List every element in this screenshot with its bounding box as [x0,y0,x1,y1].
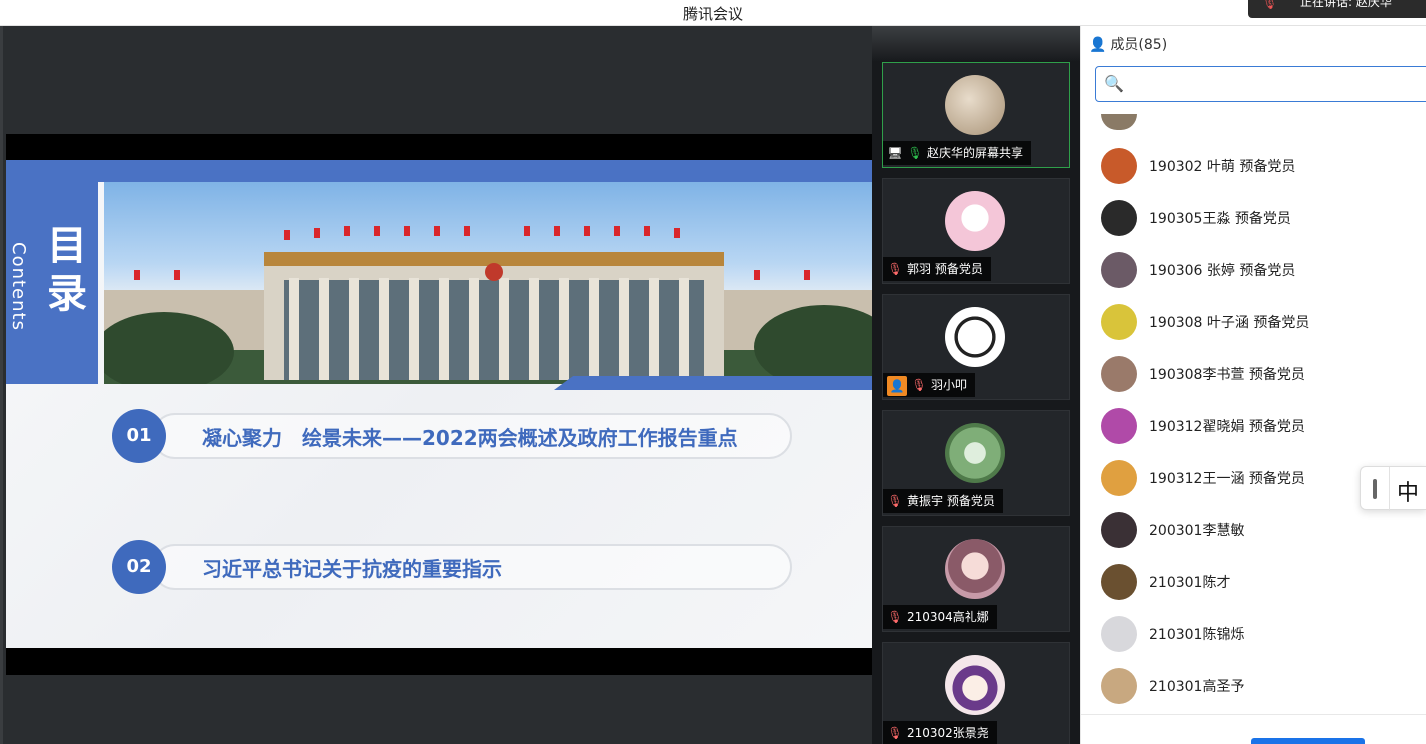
member-list-item[interactable]: 210301高圣予 [1101,668,1421,720]
screen-share-icon: 🖥 [887,146,903,160]
member-list-item[interactable]: 190305王淼 预备党员 [1101,200,1421,252]
ime-separator [1389,467,1390,511]
avatar [1101,200,1137,236]
participant-video-list[interactable]: 🖥 🎙 赵庆华的屏幕共享 🎙 郭羽 预备党员 👤 🎙 羽小叩 🎙 黄振宇 预备党员 🎙 210… [872,26,1080,744]
speaking-indicator: 🎙 正在讲话: 赵庆华 [1248,0,1426,18]
contents-title-en: Contents [8,242,29,331]
member-list-item[interactable]: 190312翟晓娟 预备党员 [1101,408,1421,460]
member-name: 200301李慧敏 [1149,523,1245,539]
member-name: 190305王淼 预备党员 [1149,211,1291,227]
participant-name: 羽小叩 [931,378,968,392]
avatar [945,655,1005,715]
member-list-item[interactable]: 200301李慧敏 [1101,512,1421,564]
participant-name: 黄振宇 预备党员 [907,494,995,508]
slide-accent-bar [554,376,873,390]
avatar [1101,668,1137,704]
participant-tile[interactable]: 🎙 210304高礼娜 [882,526,1070,632]
participant-namebar: 🎙 黄振宇 预备党员 [883,489,1003,513]
ime-drag-handle[interactable] [1373,479,1377,499]
participant-tile[interactable]: 🎙 210302张景尧 [882,642,1070,744]
great-hall-photo [104,182,873,384]
slide-content: 目录 Contents 01 凝心聚力 绘景未来——2022两会概述及政府工作报… [6,160,873,648]
member-name: 190306 张婷 预备党员 [1149,263,1296,279]
member-name: 190302 叶萌 预备党员 [1149,159,1296,175]
member-name: 190312翟晓娟 预备党员 [1149,419,1305,435]
member-list-item[interactable]: 190302 叶萌 预备党员 [1101,148,1421,200]
agenda-label: 凝心聚力 绘景未来——2022两会概述及政府工作报告重点 [202,426,738,450]
avatar [1101,564,1137,600]
presentation-slide: 目录 Contents 01 凝心聚力 绘景未来——2022两会概述及政府工作报… [6,134,873,675]
avatar [1101,252,1137,288]
microphone-icon: 🎙 [1262,0,1278,10]
participant-tile[interactable]: 🎙 郭羽 预备党员 [882,178,1070,284]
member-list-item[interactable]: 210301陈锦烁 [1101,616,1421,668]
member-list-item[interactable]: 190308李书萱 预备党员 [1101,356,1421,408]
participant-name: 郭羽 预备党员 [907,262,983,276]
user-icon: 👤 [887,375,907,396]
avatar [945,191,1005,251]
avatar [1101,114,1137,130]
members-header: 👤 成员(85) [1089,34,1167,54]
microphone-muted-icon: 🎙 [887,610,903,624]
avatar [1101,408,1137,444]
avatar [945,539,1005,599]
avatar [945,75,1005,135]
participant-tile[interactable]: 🎙 黄振宇 预备党员 [882,410,1070,516]
contents-title-cn: 目录 [47,223,87,317]
person-icon: 👤 [1089,37,1107,53]
member-name: 190308 叶子涵 预备党员 [1149,315,1310,331]
member-list-item[interactable]: 210301陈才 [1101,564,1421,616]
avatar [1101,616,1137,652]
avatar [1101,304,1137,340]
speaking-text: 正在讲话: 赵庆华 [1300,0,1392,9]
member-name: 190308李书萱 预备党员 [1149,367,1305,383]
microphone-on-icon: 🎙 [907,146,923,160]
participant-namebar: 🎙 210302张景尧 [883,721,997,744]
avatar [945,423,1005,483]
ime-toolbar[interactable]: 中 [1360,466,1426,511]
member-search-input[interactable]: 🔍 [1095,66,1426,102]
agenda-label: 习近平总书记关于抗疫的重要指示 [202,557,502,581]
invite-button[interactable] [1251,738,1365,744]
avatar [1101,356,1137,392]
microphone-muted-icon: 🎙 [911,378,927,392]
shared-screen-stage[interactable]: 目录 Contents 01 凝心聚力 绘景未来——2022两会概述及政府工作报… [0,26,873,744]
participant-name: 210302张景尧 [907,726,989,740]
slide-top-bar [6,160,873,182]
microphone-muted-icon: 🎙 [887,494,903,508]
agenda-number: 01 [112,409,166,463]
members-count: 成员(85) [1110,37,1168,53]
member-name: 210301陈锦烁 [1149,627,1245,643]
window-title: 腾讯会议 [682,5,743,23]
member-name: 210301陈才 [1149,575,1231,591]
microphone-muted-icon: 🎙 [887,726,903,740]
participant-namebar: 👤 🎙 羽小叩 [883,373,976,397]
search-icon: 🔍 [1104,74,1124,93]
ime-mode-toggle[interactable]: 中 [1397,475,1419,507]
title-bar: 腾讯会议 🎙 正在讲话: 赵庆华 [0,0,1426,26]
building-illustration [104,226,873,384]
participant-name: 210304高礼娜 [907,610,989,624]
member-list-item[interactable]: 190306 张婷 预备党员 [1101,252,1421,304]
avatar [1101,512,1137,548]
participant-namebar: 🖥 🎙 赵庆华的屏幕共享 [883,141,1032,165]
avatar [945,307,1005,367]
participant-tile[interactable]: 🖥 🎙 赵庆华的屏幕共享 [882,62,1070,168]
members-panel: 👤 成员(85) 🔍 190302 叶萌 预备党员 190305王淼 预备党员 1… [1080,26,1426,744]
agenda-number: 02 [112,540,166,594]
contents-block: 目录 Contents [6,182,98,384]
participant-tile[interactable]: 👤 🎙 羽小叩 [882,294,1070,400]
participant-namebar: 🎙 郭羽 预备党员 [883,257,991,281]
participant-name: 赵庆华的屏幕共享 [927,146,1024,160]
participant-namebar: 🎙 210304高礼娜 [883,605,997,629]
panel-divider [1081,714,1426,715]
member-name: 190312王一涵 预备党员 [1149,471,1305,487]
member-list-item[interactable]: 190308 叶子涵 预备党员 [1101,304,1421,356]
avatar [1101,460,1137,496]
microphone-muted-icon: 🎙 [887,262,903,276]
thumbs-top-fade [872,26,1080,62]
member-name: 210301高圣予 [1149,679,1245,695]
avatar [1101,148,1137,184]
